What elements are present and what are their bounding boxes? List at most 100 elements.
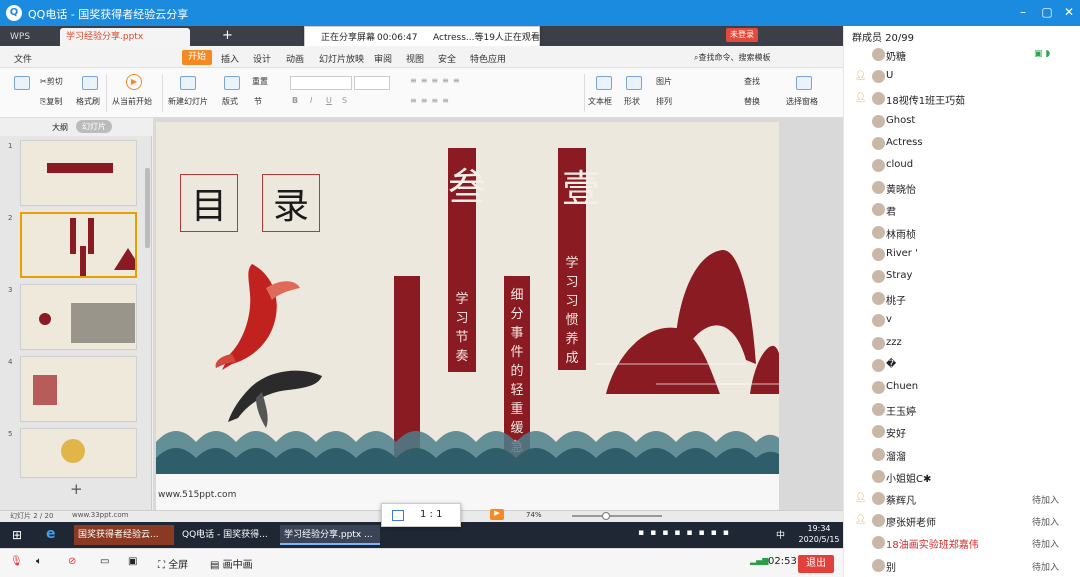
shape-icon[interactable] bbox=[626, 76, 642, 90]
camera-off-icon[interactable]: ⊘ bbox=[68, 556, 76, 567]
taskbar-item-2[interactable]: QQ电话 - 国奖获得... bbox=[178, 525, 274, 545]
member-row[interactable]: Ghost bbox=[844, 111, 1080, 133]
maximize-button[interactable]: ▢ bbox=[1038, 4, 1056, 20]
taskbar-item-1[interactable]: 国奖获得者经验云... bbox=[74, 525, 174, 545]
document-tab[interactable]: 学习经验分享.pptx bbox=[60, 28, 190, 46]
play-slideshow-icon[interactable]: ▶ bbox=[490, 509, 504, 520]
zoom-popup[interactable]: 1 : 1 bbox=[381, 503, 461, 527]
slide-thumb-3[interactable] bbox=[20, 284, 137, 350]
format-painter-label[interactable]: 格式刷 bbox=[76, 96, 100, 107]
member-row[interactable]: 👤︎ 廖张妍老师 待加入 bbox=[844, 510, 1080, 532]
select-pane-icon[interactable] bbox=[796, 76, 812, 90]
tray-icons[interactable]: ▪▪▪▪▪▪▪▪ bbox=[638, 528, 735, 538]
section-button[interactable]: 节 bbox=[254, 96, 262, 107]
member-row[interactable]: Actress bbox=[844, 133, 1080, 155]
textbox-icon[interactable] bbox=[596, 76, 612, 90]
member-row[interactable]: 王玉婷 bbox=[844, 399, 1080, 421]
speaker-icon[interactable]: 🔈︎ bbox=[36, 556, 42, 567]
outline-tab[interactable]: 大纲 bbox=[52, 122, 68, 133]
member-row[interactable]: cloud bbox=[844, 155, 1080, 177]
menu-slideshow[interactable]: 幻灯片放映 bbox=[319, 52, 364, 65]
member-row[interactable]: Stray bbox=[844, 266, 1080, 288]
menu-home[interactable]: 开始 bbox=[182, 50, 212, 65]
shadow-button[interactable]: S bbox=[342, 96, 347, 105]
arrange-button[interactable]: 排列 bbox=[656, 96, 672, 107]
member-row[interactable]: 林雨桢 bbox=[844, 222, 1080, 244]
member-row[interactable]: v bbox=[844, 310, 1080, 332]
copy-button[interactable]: ⎘复制 bbox=[40, 96, 62, 107]
member-row[interactable]: � bbox=[844, 355, 1080, 377]
taskbar-item-3[interactable]: 学习经验分享.pptx ... bbox=[280, 525, 380, 545]
login-button[interactable]: 未登录 bbox=[726, 28, 758, 42]
textbox-label[interactable]: 文本框 bbox=[588, 96, 612, 107]
pip-button[interactable]: ▤ 画中画 bbox=[210, 556, 253, 571]
exit-call-button[interactable]: 退出 bbox=[798, 555, 834, 573]
reset-button[interactable]: 重置 bbox=[252, 76, 268, 87]
member-row[interactable]: 黄晓怡 bbox=[844, 177, 1080, 199]
add-slide-button[interactable]: + bbox=[70, 480, 83, 498]
member-row[interactable]: 小姐姐C✱ bbox=[844, 466, 1080, 488]
layout-label[interactable]: 版式 bbox=[222, 96, 238, 107]
slide-thumb-4[interactable] bbox=[20, 356, 137, 422]
menu-security[interactable]: 安全 bbox=[438, 52, 456, 65]
member-row[interactable]: 别 待加入 bbox=[844, 555, 1080, 577]
menu-features[interactable]: 特色应用 bbox=[470, 52, 506, 65]
paste-icon[interactable] bbox=[14, 76, 30, 90]
windows-start-icon[interactable]: ⊞ bbox=[12, 528, 22, 542]
close-button[interactable]: ✕ bbox=[1060, 4, 1078, 20]
member-row[interactable]: 👤︎ U bbox=[844, 66, 1080, 88]
share-screen-icon[interactable]: ▭ bbox=[100, 556, 109, 567]
menu-insert[interactable]: 插入 bbox=[221, 52, 239, 65]
minimize-button[interactable]: – bbox=[1014, 4, 1032, 20]
ime-indicator[interactable]: 中 bbox=[776, 528, 785, 541]
new-tab-icon[interactable]: + bbox=[222, 28, 233, 43]
zoom-slider-knob[interactable] bbox=[602, 512, 610, 520]
underline-button[interactable]: U bbox=[326, 96, 332, 105]
italic-button[interactable]: I bbox=[310, 96, 312, 105]
play-icon[interactable]: ▶ bbox=[126, 74, 142, 90]
new-slide-icon[interactable] bbox=[180, 76, 196, 90]
fullscreen-button[interactable]: ⛶ 全屏 bbox=[158, 556, 188, 571]
play-from-current-label[interactable]: 从当前开始 bbox=[112, 96, 152, 107]
font-size-select[interactable] bbox=[354, 76, 390, 90]
menu-file[interactable]: 文件 bbox=[14, 52, 32, 65]
paragraph-align-icons[interactable]: ≡≡≡≡≡ bbox=[410, 76, 464, 85]
thumbnail-scrollbar[interactable] bbox=[145, 168, 150, 248]
member-row[interactable]: 溜溜 bbox=[844, 444, 1080, 466]
menu-animation[interactable]: 动画 bbox=[286, 52, 304, 65]
paragraph-format-icons[interactable]: ≡≡≡≡ bbox=[410, 96, 453, 105]
member-row[interactable]: 君 bbox=[844, 199, 1080, 221]
find-button[interactable]: 查找 bbox=[744, 76, 760, 87]
member-row[interactable]: zzz bbox=[844, 333, 1080, 355]
select-pane-label[interactable]: 选择窗格 bbox=[786, 96, 818, 107]
member-row[interactable]: 安好 bbox=[844, 421, 1080, 443]
shape-label[interactable]: 形状 bbox=[624, 96, 640, 107]
wps-home-tab[interactable]: WPS bbox=[4, 28, 54, 46]
mic-muted-icon[interactable]: 🎙︎ bbox=[10, 556, 23, 567]
member-row[interactable]: River ' bbox=[844, 244, 1080, 266]
edge-icon[interactable]: e bbox=[46, 526, 56, 542]
more-icon[interactable]: ▣ bbox=[128, 556, 137, 567]
slides-tab[interactable]: 幻灯片 bbox=[76, 120, 112, 133]
command-search[interactable]: ⌕查找命令、搜索模板 bbox=[694, 52, 770, 63]
slide-thumb-1[interactable] bbox=[20, 140, 137, 206]
member-row[interactable]: Chuen bbox=[844, 377, 1080, 399]
replace-button[interactable]: 替换 bbox=[744, 96, 760, 107]
member-row[interactable]: 👤︎ 蔡辉凡 待加入 bbox=[844, 488, 1080, 510]
zoom-slider[interactable] bbox=[572, 515, 662, 517]
picture-button[interactable]: 图片 bbox=[656, 76, 672, 87]
slide-thumb-5[interactable] bbox=[20, 428, 137, 478]
font-name-select[interactable] bbox=[290, 76, 352, 90]
member-row[interactable]: 奶糖 ▣ ◗ bbox=[844, 44, 1080, 66]
menu-review[interactable]: 审阅 bbox=[374, 52, 392, 65]
member-row[interactable]: 18油画实验班郑嘉伟 待加入 bbox=[844, 532, 1080, 554]
layout-icon[interactable] bbox=[224, 76, 240, 90]
member-row[interactable]: 桃子 bbox=[844, 288, 1080, 310]
menu-design[interactable]: 设计 bbox=[253, 52, 271, 65]
new-slide-label[interactable]: 新建幻灯片 bbox=[168, 96, 208, 107]
menu-view[interactable]: 视图 bbox=[406, 52, 424, 65]
bold-button[interactable]: B bbox=[292, 96, 298, 105]
member-row[interactable]: 👤︎ 18视传1班王巧茹 bbox=[844, 88, 1080, 110]
cut-button[interactable]: ✂剪切 bbox=[40, 76, 63, 87]
slide[interactable]: 目 录 叁 学习节奏 壹 学习习惯养成 细分事件的轻重缓急 贰 bbox=[156, 122, 779, 474]
